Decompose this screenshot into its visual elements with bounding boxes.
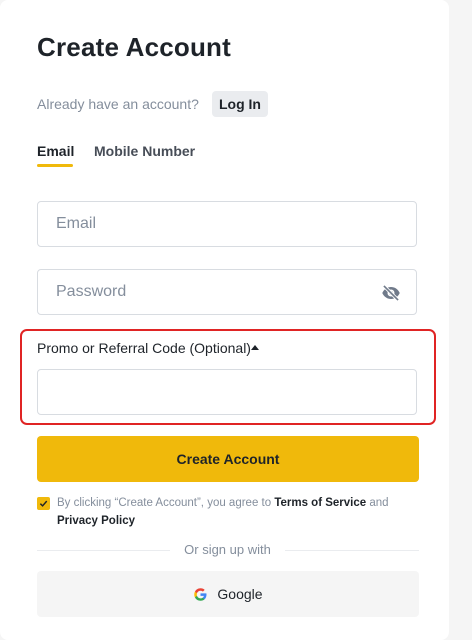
- google-signup-button[interactable]: Google: [37, 571, 419, 617]
- already-have-account-text: Already have an account?: [37, 96, 199, 112]
- active-tab-indicator: [37, 164, 73, 167]
- promo-code-label[interactable]: Promo or Referral Code (Optional): [37, 340, 251, 356]
- check-icon: [39, 500, 48, 507]
- eye-slash-icon[interactable]: [381, 283, 401, 303]
- promo-code-input[interactable]: [38, 370, 416, 414]
- terms-of-service-link[interactable]: Terms of Service: [274, 497, 366, 509]
- email-input[interactable]: [38, 202, 416, 246]
- create-account-button[interactable]: Create Account: [37, 436, 419, 482]
- login-button[interactable]: Log In: [212, 91, 268, 117]
- password-field[interactable]: [37, 269, 417, 315]
- google-button-label: Google: [217, 586, 263, 602]
- terms-prefix: By clicking “Create Account”, you agree …: [57, 497, 275, 509]
- password-input[interactable]: [38, 270, 416, 314]
- email-field[interactable]: [37, 201, 417, 247]
- privacy-policy-link[interactable]: Privacy Policy: [57, 515, 135, 527]
- google-icon: [193, 587, 208, 602]
- caret-up-icon[interactable]: [251, 345, 259, 350]
- divider-left: [37, 550, 170, 551]
- divider-right: [285, 550, 419, 551]
- promo-code-field[interactable]: [37, 369, 417, 415]
- signup-card: Create Account Already have an account? …: [0, 0, 449, 640]
- page-title: Create Account: [37, 32, 231, 62]
- terms-and: and: [366, 497, 389, 509]
- tab-email[interactable]: Email: [37, 143, 74, 159]
- create-account-button-label: Create Account: [176, 451, 280, 467]
- tab-mobile-number[interactable]: Mobile Number: [94, 143, 195, 159]
- terms-checkbox[interactable]: [37, 497, 50, 510]
- login-button-label: Log In: [219, 96, 261, 112]
- divider-text: Or sign up with: [184, 542, 271, 557]
- terms-text: By clicking “Create Account”, you agree …: [57, 494, 417, 530]
